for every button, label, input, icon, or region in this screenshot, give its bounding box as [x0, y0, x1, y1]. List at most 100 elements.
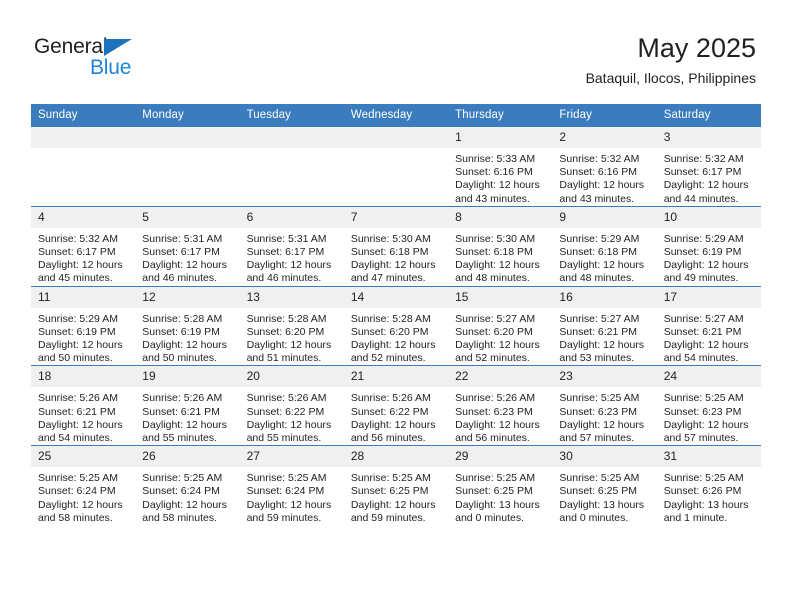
sunset-time: Sunset: 6:18 PM: [350, 246, 429, 259]
calendar-day-cell[interactable]: 13 Sunrise: 5:28 AM Sunset: 6:20 PM Dayligh…: [239, 285, 344, 366]
daylight-duration-line2: and 57 minutes.: [663, 432, 739, 445]
daylight-duration-line1: Daylight: 12 hours: [455, 339, 540, 352]
calendar-day-cell[interactable]: 24 Sunrise: 5:25 AM Sunset: 6:23 PM Dayligh…: [656, 365, 761, 446]
calendar-day-cell[interactable]: 29 Sunrise: 5:25 AM Sunset: 6:25 PM Dayligh…: [448, 445, 553, 526]
page-title: May 2025: [637, 33, 756, 63]
daylight-duration-line1: Daylight: 12 hours: [38, 418, 123, 431]
sunrise-time: Sunrise: 5:25 AM: [455, 472, 536, 485]
calendar-day-cell[interactable]: 12 Sunrise: 5:28 AM Sunset: 6:19 PM Dayligh…: [135, 285, 240, 366]
calendar-day-cell[interactable]: 10 Sunrise: 5:29 AM Sunset: 6:19 PM Dayligh…: [656, 205, 761, 287]
day-details: Sunrise: 5:29 AM Sunset: 6:19 PM Daylight:…: [31, 308, 135, 366]
daylight-duration-line1: Daylight: 12 hours: [663, 418, 749, 431]
calendar-day-cell[interactable]: 8 Sunrise: 5:30 AM Sunset: 6:18 PM Daylight…: [448, 205, 553, 287]
calendar-day-cell[interactable]: 20 Sunrise: 5:26 AM Sunset: 6:22 PM Dayligh…: [239, 365, 344, 446]
day-number: 17: [656, 286, 761, 308]
day-number: 9: [552, 206, 657, 228]
daylight-duration-line2: and 57 minutes.: [559, 432, 635, 445]
daylight-duration-line2: and 47 minutes.: [350, 272, 426, 285]
sunset-time: Sunset: 6:20 PM: [246, 325, 325, 338]
calendar-day-cell[interactable]: 15 Sunrise: 5:27 AM Sunset: 6:20 PM Dayligh…: [448, 285, 553, 366]
sunset-time: Sunset: 6:23 PM: [559, 405, 638, 418]
calendar-day-cell[interactable]: 1 Sunrise: 5:33 AM Sunset: 6:16 PM Daylight…: [448, 127, 553, 206]
calendar-day-cell[interactable]: 9 Sunrise: 5:29 AM Sunset: 6:18 PM Daylight…: [552, 205, 657, 287]
calendar-day-cell[interactable]: 19 Sunrise: 5:26 AM Sunset: 6:21 PM Dayligh…: [135, 365, 240, 446]
daylight-duration-line1: Daylight: 12 hours: [246, 418, 332, 431]
day-number: 30: [552, 446, 657, 468]
sunset-time: Sunset: 6:16 PM: [455, 166, 533, 179]
sunset-time: Sunset: 6:20 PM: [455, 325, 533, 338]
sunset-time: Sunset: 6:17 PM: [142, 246, 220, 259]
daylight-duration-line2: and 1 minute.: [663, 511, 728, 524]
day-details: Sunrise: 5:31 AM Sunset: 6:17 PM Daylight:…: [240, 228, 344, 286]
general-blue-logo[interactable]: General Blue: [34, 36, 184, 82]
day-details: Sunrise: 5:26 AM Sunset: 6:23 PM Daylight:…: [448, 387, 552, 445]
sunrise-time: Sunrise: 5:26 AM: [455, 392, 536, 405]
day-details: Sunrise: 5:25 AM Sunset: 6:25 PM Daylight:…: [552, 467, 656, 525]
calendar-day-cell[interactable]: 17 Sunrise: 5:27 AM Sunset: 6:21 PM Dayligh…: [656, 285, 761, 366]
weekday-header-friday: Friday: [552, 104, 657, 127]
calendar-week-row: 1 Sunrise: 5:33 AM Sunset: 6:16 PM Daylight…: [31, 127, 761, 206]
calendar-day-cell[interactable]: 3 Sunrise: 5:32 AM Sunset: 6:17 PM Daylight…: [656, 127, 761, 206]
calendar-day-cell[interactable]: 11 Sunrise: 5:29 AM Sunset: 6:19 PM Dayligh…: [31, 285, 136, 366]
sunrise-time: Sunrise: 5:29 AM: [663, 232, 744, 245]
calendar-day-cell[interactable]: 14 Sunrise: 5:28 AM Sunset: 6:20 PM Dayligh…: [343, 285, 449, 366]
daylight-duration-line2: and 52 minutes.: [350, 352, 426, 365]
day-number: 4: [31, 206, 136, 228]
calendar-day-cell[interactable]: 26 Sunrise: 5:25 AM Sunset: 6:24 PM Dayligh…: [135, 445, 240, 526]
calendar-day-cell[interactable]: 16 Sunrise: 5:27 AM Sunset: 6:21 PM Dayligh…: [552, 285, 657, 366]
sunrise-time: Sunrise: 5:26 AM: [350, 392, 431, 405]
day-details: Sunrise: 5:25 AM Sunset: 6:25 PM Daylight:…: [344, 467, 448, 525]
daylight-duration-line1: Daylight: 12 hours: [38, 259, 123, 272]
day-number: 16: [552, 286, 657, 308]
sunset-time: Sunset: 6:25 PM: [559, 485, 638, 498]
daylight-duration-line1: Daylight: 12 hours: [455, 179, 540, 192]
day-number: 28: [343, 446, 449, 468]
calendar-day-cell[interactable]: 30 Sunrise: 5:25 AM Sunset: 6:25 PM Dayligh…: [552, 445, 657, 526]
sunset-time: Sunset: 6:21 PM: [142, 405, 220, 418]
day-number: 5: [135, 206, 240, 228]
daylight-duration-line1: Daylight: 12 hours: [663, 339, 749, 352]
calendar-day-cell[interactable]: 6 Sunrise: 5:31 AM Sunset: 6:17 PM Daylight…: [239, 205, 344, 287]
sunset-time: Sunset: 6:26 PM: [663, 485, 742, 498]
day-number: 19: [135, 366, 240, 388]
calendar-day-cell[interactable]: 21 Sunrise: 5:26 AM Sunset: 6:22 PM Dayligh…: [343, 365, 449, 446]
daylight-duration-line1: Daylight: 12 hours: [350, 418, 436, 431]
day-number: 21: [343, 366, 449, 388]
daylight-duration-line2: and 59 minutes.: [350, 511, 426, 524]
calendar-day-cell[interactable]: 25 Sunrise: 5:25 AM Sunset: 6:24 PM Dayligh…: [31, 445, 136, 526]
calendar-day-cell[interactable]: 5 Sunrise: 5:31 AM Sunset: 6:17 PM Daylight…: [135, 205, 240, 287]
calendar-day-cell[interactable]: 18 Sunrise: 5:26 AM Sunset: 6:21 PM Dayligh…: [31, 365, 136, 446]
day-details: Sunrise: 5:27 AM Sunset: 6:20 PM Daylight:…: [448, 308, 552, 366]
day-details: [344, 148, 448, 153]
calendar-day-cell[interactable]: 4 Sunrise: 5:32 AM Sunset: 6:17 PM Daylight…: [31, 205, 136, 287]
calendar-day-cell[interactable]: 2 Sunrise: 5:32 AM Sunset: 6:16 PM Daylight…: [552, 127, 657, 206]
daylight-duration-line2: and 44 minutes.: [663, 192, 739, 205]
day-number: 18: [31, 366, 136, 388]
day-details: Sunrise: 5:31 AM Sunset: 6:17 PM Daylight:…: [135, 228, 239, 286]
day-number: [239, 127, 344, 148]
day-number: 6: [239, 206, 344, 228]
day-details: Sunrise: 5:32 AM Sunset: 6:16 PM Daylight:…: [552, 148, 656, 206]
day-details: Sunrise: 5:29 AM Sunset: 6:18 PM Daylight:…: [552, 228, 656, 286]
daylight-duration-line1: Daylight: 12 hours: [663, 259, 749, 272]
calendar-grid: Sunday Monday Tuesday Wednesday Thursday…: [31, 104, 761, 526]
sunset-time: Sunset: 6:23 PM: [663, 405, 742, 418]
day-details: Sunrise: 5:25 AM Sunset: 6:25 PM Daylight:…: [448, 467, 552, 525]
daylight-duration-line1: Daylight: 13 hours: [663, 498, 749, 511]
calendar-day-cell[interactable]: 7 Sunrise: 5:30 AM Sunset: 6:18 PM Daylight…: [343, 205, 449, 287]
daylight-duration-line2: and 43 minutes.: [559, 192, 635, 205]
daylight-duration-line1: Daylight: 12 hours: [455, 418, 540, 431]
day-number: 22: [448, 366, 553, 388]
day-details: Sunrise: 5:26 AM Sunset: 6:21 PM Daylight:…: [31, 387, 135, 445]
day-details: Sunrise: 5:28 AM Sunset: 6:20 PM Daylight:…: [344, 308, 448, 366]
calendar-day-cell[interactable]: 23 Sunrise: 5:25 AM Sunset: 6:23 PM Dayligh…: [552, 365, 657, 446]
sunset-time: Sunset: 6:19 PM: [663, 246, 742, 259]
day-number: 15: [448, 286, 553, 308]
calendar-day-cell[interactable]: 22 Sunrise: 5:26 AM Sunset: 6:23 PM Dayligh…: [448, 365, 553, 446]
calendar-day-cell[interactable]: 27 Sunrise: 5:25 AM Sunset: 6:24 PM Dayligh…: [239, 445, 344, 526]
sunrise-time: Sunrise: 5:29 AM: [559, 232, 640, 245]
calendar-day-cell[interactable]: 31 Sunrise: 5:25 AM Sunset: 6:26 PM Dayligh…: [656, 445, 761, 526]
day-details: Sunrise: 5:30 AM Sunset: 6:18 PM Daylight:…: [344, 228, 448, 286]
calendar-day-cell[interactable]: 28 Sunrise: 5:25 AM Sunset: 6:25 PM Dayligh…: [343, 445, 449, 526]
day-number: 27: [239, 446, 344, 468]
